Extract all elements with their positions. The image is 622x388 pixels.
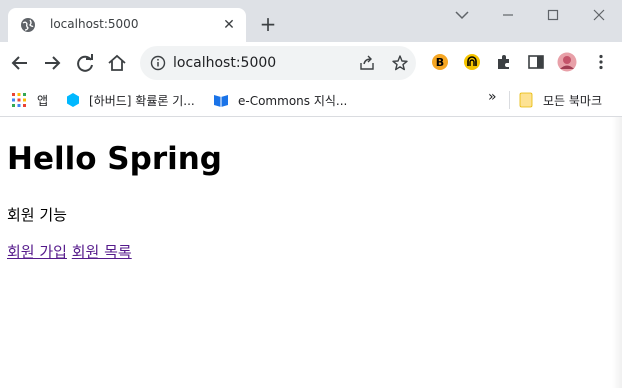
side-panel-icon[interactable] xyxy=(526,52,546,72)
puzzle-extensions-icon[interactable] xyxy=(494,52,514,72)
more-menu-icon[interactable] xyxy=(591,52,611,72)
close-window-icon[interactable] xyxy=(587,6,611,24)
tab-close-icon[interactable]: ✕ xyxy=(220,16,238,34)
bookmark-label: 앱 xyxy=(37,94,49,108)
svg-text:B: B xyxy=(436,56,444,69)
page-title: Hello Spring xyxy=(7,141,223,177)
chevron-down-icon[interactable] xyxy=(450,6,474,24)
nav-links: 회원 가입 회원 목록 xyxy=(7,241,132,262)
avatar[interactable] xyxy=(557,52,577,72)
new-tab-button[interactable]: + xyxy=(258,14,278,34)
minimize-icon[interactable] xyxy=(496,6,520,24)
member-join-link[interactable]: 회원 가입 xyxy=(7,243,67,261)
bookmarks-overflow-icon[interactable]: » xyxy=(488,89,497,107)
home-icon[interactable] xyxy=(106,52,128,74)
back-icon[interactable] xyxy=(9,52,31,74)
edwith-icon xyxy=(67,93,79,107)
all-bookmarks-label: 모든 북마크 xyxy=(543,94,603,108)
bookmark-star-icon[interactable] xyxy=(391,54,409,72)
share-icon[interactable] xyxy=(359,55,375,71)
apps-grid-icon xyxy=(12,93,26,107)
folder-icon xyxy=(519,92,533,108)
page-subtitle: 회원 기능 xyxy=(7,206,67,224)
bookmarks-bar: 앱 [하버드] 확률론 기... e-Commons 지식... » 모든 북마… xyxy=(0,84,622,117)
scrollbar-shadow xyxy=(612,117,622,388)
extension-icon[interactable] xyxy=(462,52,482,72)
divider xyxy=(509,91,510,109)
browser-tab[interactable]: localhost:5000 ✕ xyxy=(8,8,246,42)
page-content: Hello Spring 회원 기능 회원 가입 회원 목록 xyxy=(0,117,612,388)
forward-icon[interactable] xyxy=(41,52,63,74)
reload-icon[interactable] xyxy=(74,52,96,74)
tab-title: localhost:5000 xyxy=(50,17,139,31)
browser-toolbar: localhost:5000 B xyxy=(0,42,622,84)
address-text[interactable]: localhost:5000 xyxy=(173,55,276,71)
member-list-link[interactable]: 회원 목록 xyxy=(72,243,132,261)
info-icon[interactable] xyxy=(150,55,166,71)
book-icon xyxy=(214,95,228,107)
address-bar[interactable]: localhost:5000 xyxy=(140,46,416,80)
bookmark-label: [하버드] 확률론 기... xyxy=(89,94,195,108)
globe-icon xyxy=(21,18,35,32)
maximize-icon[interactable] xyxy=(541,6,565,24)
bitcoin-extension-icon[interactable]: B xyxy=(430,52,450,72)
browser-titlebar: localhost:5000 ✕ + xyxy=(0,0,622,42)
bookmark-label: e-Commons 지식... xyxy=(238,94,348,108)
